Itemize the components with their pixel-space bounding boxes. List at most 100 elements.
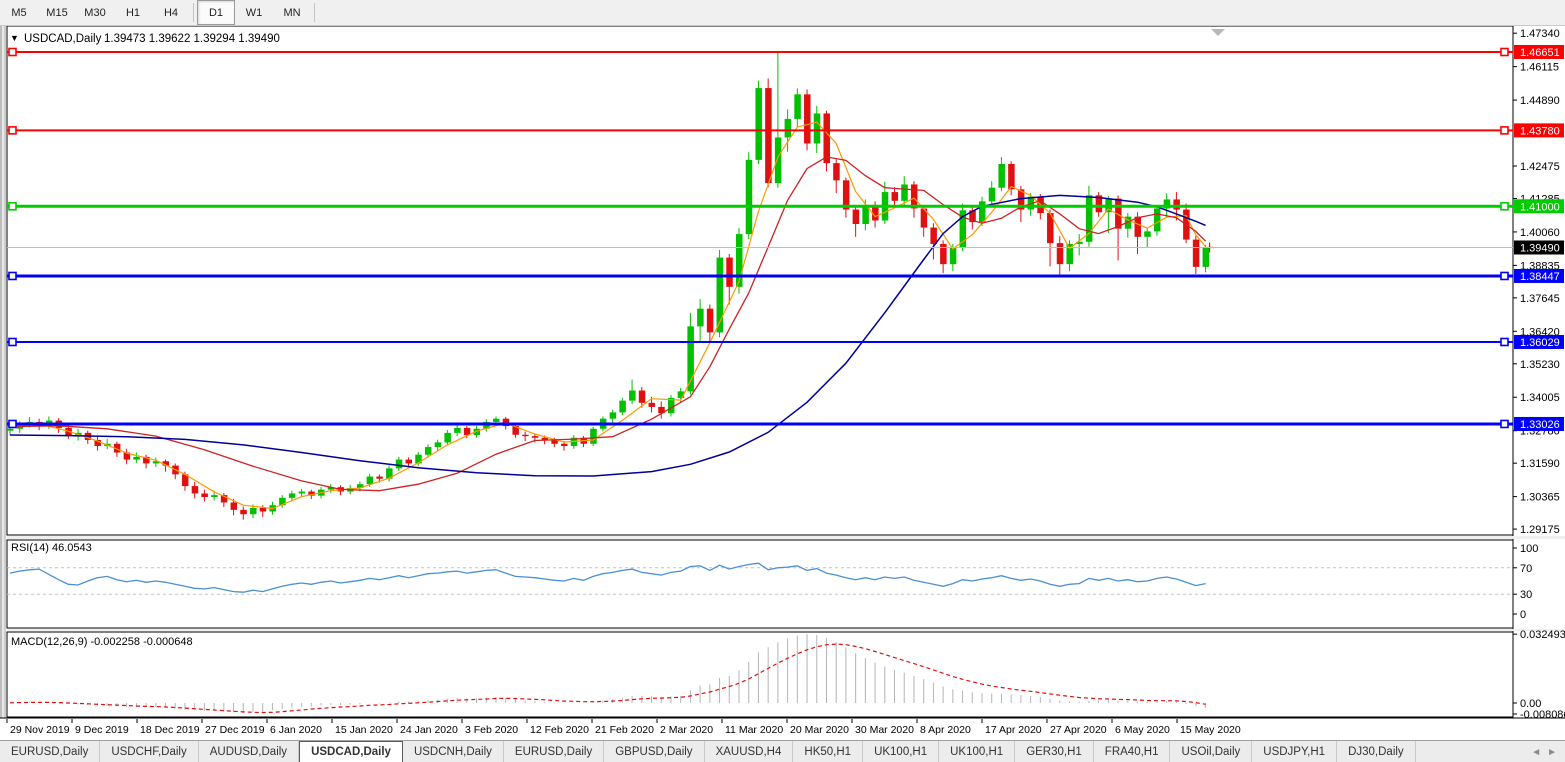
candle (493, 419, 500, 422)
candle (192, 486, 199, 493)
macd-indicator-label: MACD(12,26,9) -0.002258 -0.000648 (11, 636, 193, 648)
candle (561, 444, 568, 446)
candle (853, 210, 860, 224)
time-axis-label: 17 Apr 2020 (985, 724, 1042, 736)
chart-tab-eurusd-daily[interactable]: EURUSD,Daily (504, 741, 604, 762)
candle (619, 401, 626, 413)
time-axis-label: 27 Apr 2020 (1050, 724, 1107, 736)
level-handle[interactable] (9, 203, 16, 210)
macd-axis-label: -0.008086 (1520, 709, 1565, 721)
chart-tab-usdjpy-h1[interactable]: USDJPY,H1 (1252, 741, 1337, 762)
chart-tab-xauusd-h4[interactable]: XAUUSD,H4 (705, 741, 794, 762)
timeframe-button-h1[interactable]: H1 (114, 0, 152, 25)
toolbar-separator (314, 3, 315, 22)
candle (746, 160, 753, 234)
chart-tab-dj30-daily[interactable]: DJ30,Daily (1337, 741, 1416, 762)
candle (1008, 164, 1015, 189)
time-axis-label: 3 Feb 2020 (465, 724, 518, 736)
candle (299, 492, 306, 494)
timeframe-button-d1[interactable]: D1 (197, 0, 235, 25)
candle (901, 184, 908, 200)
chart-tab-gbpusd-daily[interactable]: GBPUSD,Daily (604, 741, 704, 762)
level-handle[interactable] (1501, 127, 1508, 134)
tab-scroll-right-icon[interactable]: ► (1547, 747, 1557, 758)
chart-tab-usdcnh-daily[interactable]: USDCNH,Daily (403, 741, 504, 762)
chart-tab-audusd-daily[interactable]: AUDUSD,Daily (199, 741, 299, 762)
level-handle[interactable] (1501, 420, 1508, 427)
price-axis-label: 1.35230 (1520, 359, 1560, 371)
time-axis-label: 11 Mar 2020 (725, 724, 783, 736)
panel-backgrounds (0, 25, 1565, 740)
time-axis-label: 2 Mar 2020 (660, 724, 713, 736)
level-handle[interactable] (1501, 338, 1508, 345)
candle (979, 201, 986, 222)
candle (610, 412, 617, 418)
candle (765, 88, 772, 183)
time-axis-label: 30 Mar 2020 (855, 724, 914, 736)
candle (649, 403, 656, 407)
candle (989, 188, 996, 202)
time-axis-label: 12 Feb 2020 (530, 724, 589, 736)
price-axis-label: 1.34005 (1520, 392, 1560, 404)
timeframe-button-h4[interactable]: H4 (152, 0, 190, 25)
timeframe-button-m15[interactable]: M15 (38, 0, 76, 25)
candle (425, 447, 432, 455)
level-handle[interactable] (9, 420, 16, 427)
price-axis-label: 1.37645 (1520, 293, 1560, 305)
time-axis-label: 15 Jan 2020 (335, 724, 393, 736)
time-axis-label: 24 Jan 2020 (400, 724, 458, 736)
time-axis-label: 15 May 2020 (1180, 724, 1241, 736)
candle (804, 94, 811, 143)
price-axis-label: 1.44890 (1520, 95, 1560, 107)
candle (367, 477, 374, 485)
candle (211, 495, 218, 497)
chart-tab-usdchf-daily[interactable]: USDCHF,Daily (100, 741, 198, 762)
level-handle[interactable] (9, 49, 16, 56)
candle (707, 309, 714, 333)
candle (532, 436, 539, 438)
level-handle[interactable] (9, 338, 16, 345)
rsi-axis-label: 0 (1520, 609, 1526, 621)
price-axis-label: 1.46115 (1520, 62, 1559, 74)
timeframe-button-w1[interactable]: W1 (235, 0, 273, 25)
time-axis-label: 6 Jan 2020 (270, 724, 322, 736)
chart-tab-usdcad-daily[interactable]: USDCAD,Daily (299, 741, 403, 762)
tab-scroll-left-icon[interactable]: ◄ (1531, 747, 1541, 758)
macd-axis-label: 0.032493 (1520, 629, 1565, 641)
chart-tab-uk100-h1[interactable]: UK100,H1 (939, 741, 1015, 762)
current-price-badge-text: 1.39490 (1520, 242, 1560, 254)
level-handle[interactable] (9, 127, 16, 134)
price-axis[interactable]: 1.473401.461151.448901.424751.412851.400… (1513, 28, 1564, 536)
candle (590, 429, 597, 444)
candle (1203, 247, 1210, 266)
level-handle[interactable] (1501, 49, 1508, 56)
price-axis-label: 1.31590 (1520, 458, 1560, 470)
candle (823, 113, 830, 163)
candle (133, 457, 140, 460)
overlay-labels: ▼USDCAD,Daily1.39473 1.39622 1.39294 1.3… (10, 33, 280, 45)
timeframe-button-m5[interactable]: M5 (0, 0, 38, 25)
level-handle[interactable] (1501, 203, 1508, 210)
candle (833, 163, 840, 180)
timeframe-toolbar: M5M15M30H1H4 D1W1MN (0, 0, 1565, 26)
rsi-axis-label: 30 (1520, 589, 1532, 601)
symbol-dropdown-icon[interactable]: ▼ (10, 33, 19, 43)
candle (639, 391, 646, 403)
candle (240, 510, 247, 514)
candle (1057, 243, 1064, 264)
chart-tab-usoil-daily[interactable]: USOil,Daily (1170, 741, 1252, 762)
level-handle[interactable] (9, 272, 16, 279)
level-price-badge-text: 1.43780 (1520, 125, 1560, 137)
timeframe-button-m30[interactable]: M30 (76, 0, 114, 25)
timeframe-button-mn[interactable]: MN (273, 0, 311, 25)
candle (1154, 208, 1161, 231)
rsi-axis-label: 100 (1520, 543, 1538, 555)
candle (289, 493, 296, 497)
candle (629, 391, 636, 401)
chart-tab-uk100-h1[interactable]: UK100,H1 (863, 741, 939, 762)
chart-tab-fra40-h1[interactable]: FRA40,H1 (1094, 741, 1171, 762)
chart-tab-hk50-h1[interactable]: HK50,H1 (793, 741, 863, 762)
chart-tab-ger30-h1[interactable]: GER30,H1 (1015, 741, 1094, 762)
level-handle[interactable] (1501, 272, 1508, 279)
chart-tab-eurusd-daily[interactable]: EURUSD,Daily (0, 741, 100, 762)
